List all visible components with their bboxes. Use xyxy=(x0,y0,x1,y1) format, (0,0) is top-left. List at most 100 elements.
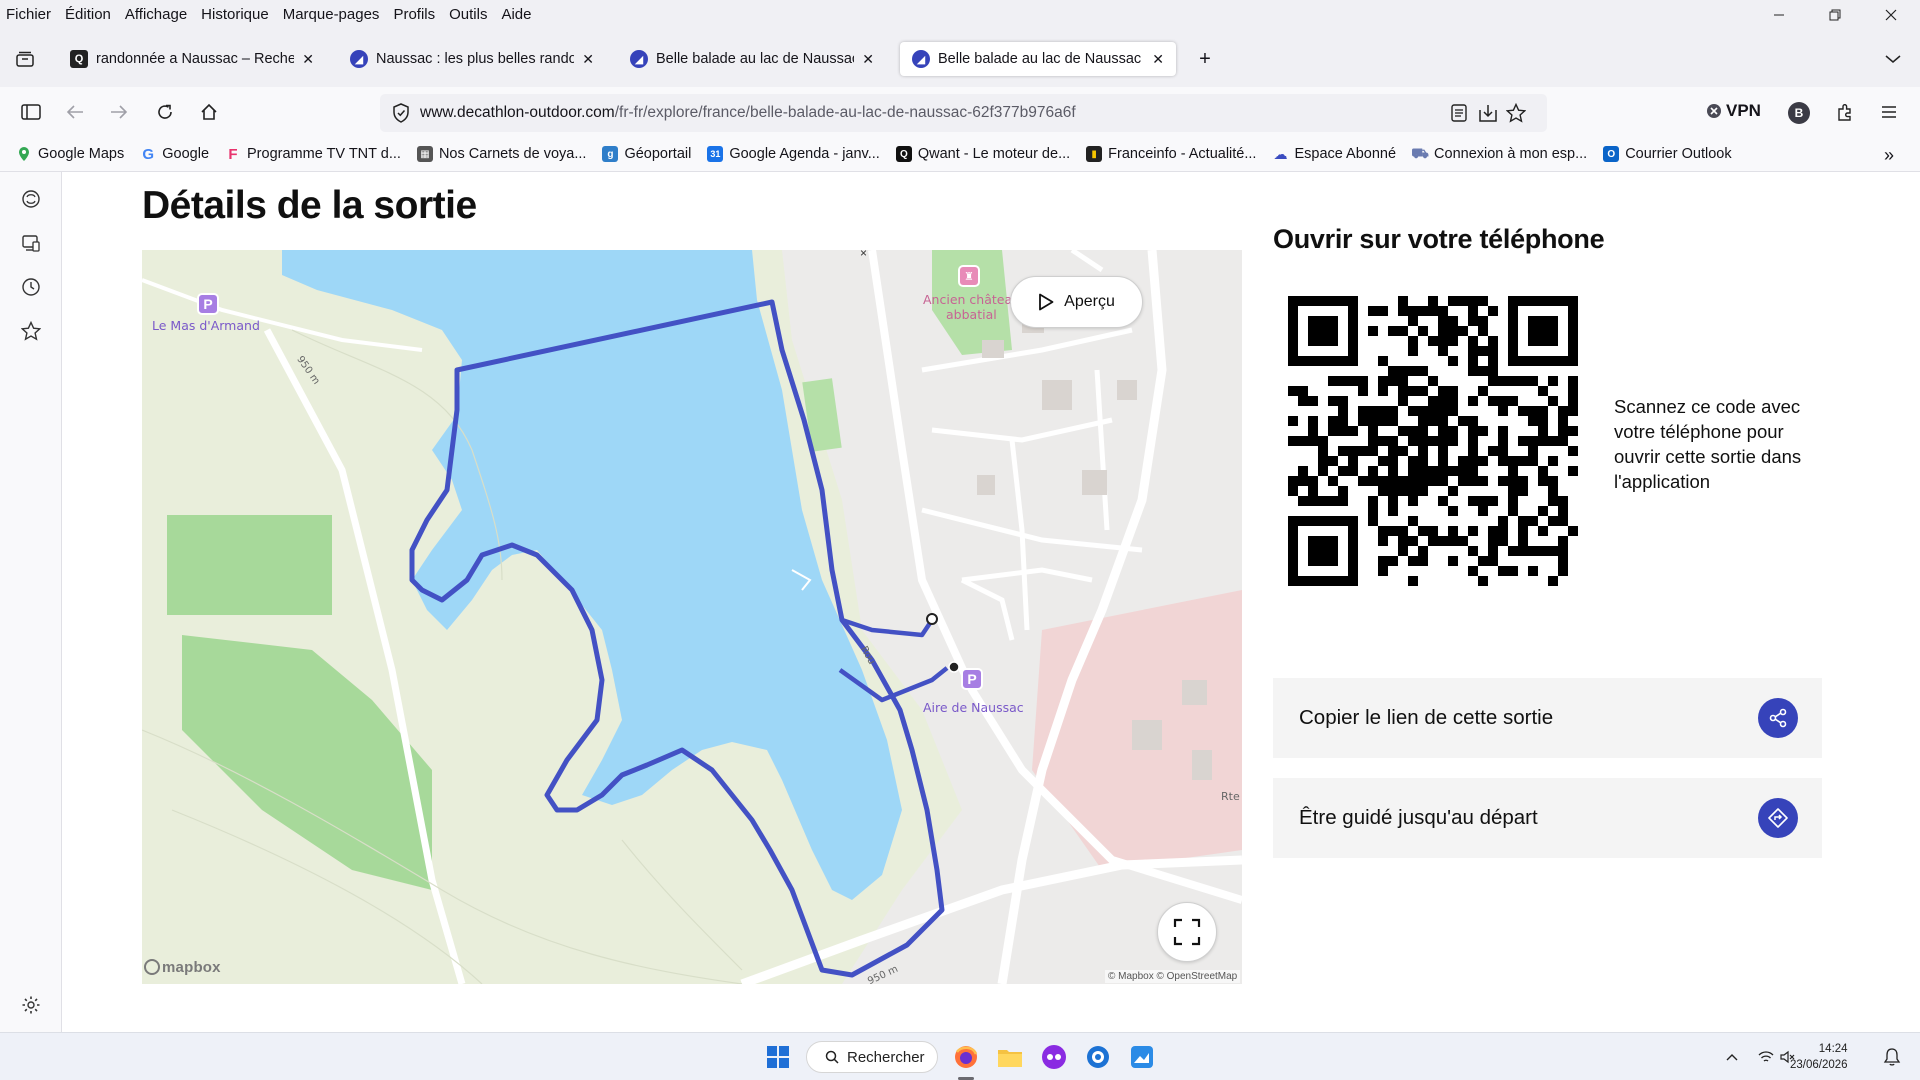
tab-belle-balade-active[interactable]: ◢ Belle balade au lac de Naussac ✕ xyxy=(900,42,1176,76)
parking-pin-aire-naussac[interactable]: P xyxy=(961,668,983,690)
menu-outils[interactable]: Outils xyxy=(442,6,494,23)
url-bar[interactable]: www.decathlon-outdoor.com/fr-fr/explore/… xyxy=(380,94,1547,132)
route-point-marker xyxy=(926,613,938,625)
profile-avatar[interactable]: B xyxy=(1788,102,1810,124)
menu-fichier[interactable]: Fichier xyxy=(0,6,58,23)
tab-close-icon[interactable]: ✕ xyxy=(862,51,874,68)
extensions-button[interactable] xyxy=(1828,95,1862,129)
reload-icon xyxy=(158,104,172,119)
google-g-icon: G xyxy=(142,145,155,163)
page-content: Détails de la sortie P Le Mas d'Armand ♜… xyxy=(62,172,1920,1032)
bookmark-star-icon[interactable] xyxy=(1505,102,1527,124)
windows-logo-icon xyxy=(767,1046,789,1068)
system-clock[interactable]: 14:24 23/06/2026 xyxy=(1790,1041,1848,1073)
tab-naussac-randonnees[interactable]: ◢ Naussac : les plus belles randon ✕ xyxy=(338,42,606,76)
tab-close-icon[interactable]: ✕ xyxy=(582,51,594,68)
home-icon xyxy=(201,103,217,120)
menu-profils[interactable]: Profils xyxy=(386,6,442,23)
tab-close-icon[interactable]: ✕ xyxy=(302,51,314,68)
list-all-tabs-button[interactable] xyxy=(1876,42,1910,76)
bookmark-espace-abonne[interactable]: ☁ Espace Abonné xyxy=(1272,146,1396,163)
notifications-button[interactable] xyxy=(1882,1047,1902,1067)
tab-close-icon[interactable]: ✕ xyxy=(1152,51,1164,68)
tab-qwant-search[interactable]: Q randonnée a Naussac – Recherc ✕ xyxy=(58,42,326,76)
bookmark-google-maps[interactable]: Google Maps xyxy=(16,146,124,162)
menu-marque-pages[interactable]: Marque-pages xyxy=(276,6,387,23)
new-tab-button[interactable]: + xyxy=(1188,42,1222,76)
taskbar-firefox[interactable] xyxy=(952,1043,980,1071)
mapbox-logo-text: mapbox xyxy=(162,959,221,976)
menu-historique[interactable]: Historique xyxy=(194,6,276,23)
guide-to-start-label: Être guidé jusqu'au départ xyxy=(1299,806,1538,829)
vpn-label: VPN xyxy=(1726,101,1761,120)
qwant-icon: Q xyxy=(70,50,88,68)
taskbar-search[interactable]: Rechercher xyxy=(806,1041,938,1073)
tab-title: Belle balade au lac de Naussac xyxy=(938,51,1142,67)
sidebar-settings[interactable] xyxy=(20,994,42,1016)
bookmark-geoportail[interactable]: g Géoportail xyxy=(602,146,691,162)
bookmark-qwant[interactable]: Q Qwant - Le moteur de... xyxy=(895,146,1070,162)
apercu-button[interactable]: Aperçu xyxy=(1010,276,1143,328)
tab-title: Belle balade au lac de Naussac xyxy=(656,51,855,67)
sidebar-ai-chatbot[interactable] xyxy=(20,188,42,210)
copy-link-button[interactable]: Copier le lien de cette sortie xyxy=(1273,678,1822,758)
reader-view-icon[interactable] xyxy=(1448,102,1470,124)
wifi-icon xyxy=(1758,1051,1774,1062)
arrow-left-icon xyxy=(66,105,83,119)
tray-overflow-button[interactable] xyxy=(1718,1043,1746,1071)
bookmark-programme-tv[interactable]: F Programme TV TNT d... xyxy=(225,146,401,163)
route-map[interactable]: P Le Mas d'Armand ♜ Ancien château abbat… xyxy=(142,250,1242,984)
restore-button[interactable] xyxy=(1811,0,1859,29)
castle-pin[interactable]: ♜ xyxy=(958,265,980,287)
shield-icon[interactable] xyxy=(390,102,412,124)
fullscreen-button[interactable] xyxy=(1157,902,1217,962)
menu-affichage[interactable]: Affichage xyxy=(118,6,194,23)
bookmark-franceinfo[interactable]: ▮ Franceinfo - Actualité... xyxy=(1086,146,1256,162)
bookmark-courrier-outlook[interactable]: O Courrier Outlook xyxy=(1603,146,1732,162)
open-on-phone-title: Ouvrir sur votre téléphone xyxy=(1273,224,1605,254)
minimize-button[interactable] xyxy=(1755,0,1803,29)
home-button[interactable] xyxy=(192,95,226,129)
sidebar-bookmarks[interactable] xyxy=(20,320,42,342)
directions-icon xyxy=(1758,798,1798,838)
qr-instructions: Scannez ce code avec votre téléphone pou… xyxy=(1614,396,1802,492)
guide-to-start-button[interactable]: Être guidé jusqu'au départ xyxy=(1273,778,1822,858)
start-button[interactable] xyxy=(764,1043,792,1071)
sidebar-history[interactable] xyxy=(20,276,42,298)
bookmark-connexion[interactable]: ⛟ Connexion à mon esp... xyxy=(1411,145,1587,163)
map-attribution[interactable]: © Mapbox © OpenStreetMap xyxy=(1105,970,1241,983)
history-clock-icon xyxy=(22,278,40,296)
fullscreen-icon xyxy=(1173,918,1201,946)
taskbar-app-photos[interactable] xyxy=(1128,1043,1156,1071)
sidebar-toggle-button[interactable] xyxy=(14,95,48,129)
menu-edition[interactable]: Édition xyxy=(58,6,118,23)
save-to-pocket-icon[interactable] xyxy=(1477,102,1499,124)
decathlon-icon: ◢ xyxy=(630,50,648,68)
tray-icon xyxy=(16,51,34,67)
forward-button[interactable] xyxy=(102,95,136,129)
chevron-up-icon xyxy=(1726,1054,1738,1061)
menu-aide[interactable]: Aide xyxy=(494,6,538,23)
more-bookmarks-button[interactable]: » xyxy=(1884,145,1894,166)
reload-button[interactable] xyxy=(148,95,182,129)
app-menu-button[interactable] xyxy=(1872,95,1906,129)
close-window-button[interactable] xyxy=(1867,0,1915,29)
taskbar-file-explorer[interactable] xyxy=(996,1043,1024,1071)
mapbox-logo[interactable]: mapbox xyxy=(144,959,221,976)
browser-sidebar xyxy=(0,172,62,1032)
sidebar-synced-tabs[interactable] xyxy=(20,232,42,254)
parking-pin-mas-armand[interactable]: P xyxy=(197,293,219,315)
profile-initial: B xyxy=(1794,106,1804,120)
bookmark-google-agenda[interactable]: 31 Google Agenda - janv... xyxy=(707,146,880,162)
map-label-aire-naussac: Aire de Naussac xyxy=(923,700,1024,715)
vpn-button[interactable]: VPN xyxy=(1706,101,1761,121)
bookmark-label: Courrier Outlook xyxy=(1625,146,1732,162)
taskbar-app-blue-circle[interactable] xyxy=(1084,1043,1112,1071)
bookmark-carnets[interactable]: ▦ Nos Carnets de voya... xyxy=(416,146,586,162)
taskbar-app-purple[interactable] xyxy=(1040,1043,1068,1071)
tab-belle-balade-1[interactable]: ◢ Belle balade au lac de Naussac ✕ xyxy=(618,42,886,76)
bookmark-google[interactable]: G Google xyxy=(140,145,209,163)
tab-overview-button[interactable] xyxy=(8,42,42,76)
sidebar-icon xyxy=(21,104,41,120)
back-button[interactable] xyxy=(58,95,92,129)
